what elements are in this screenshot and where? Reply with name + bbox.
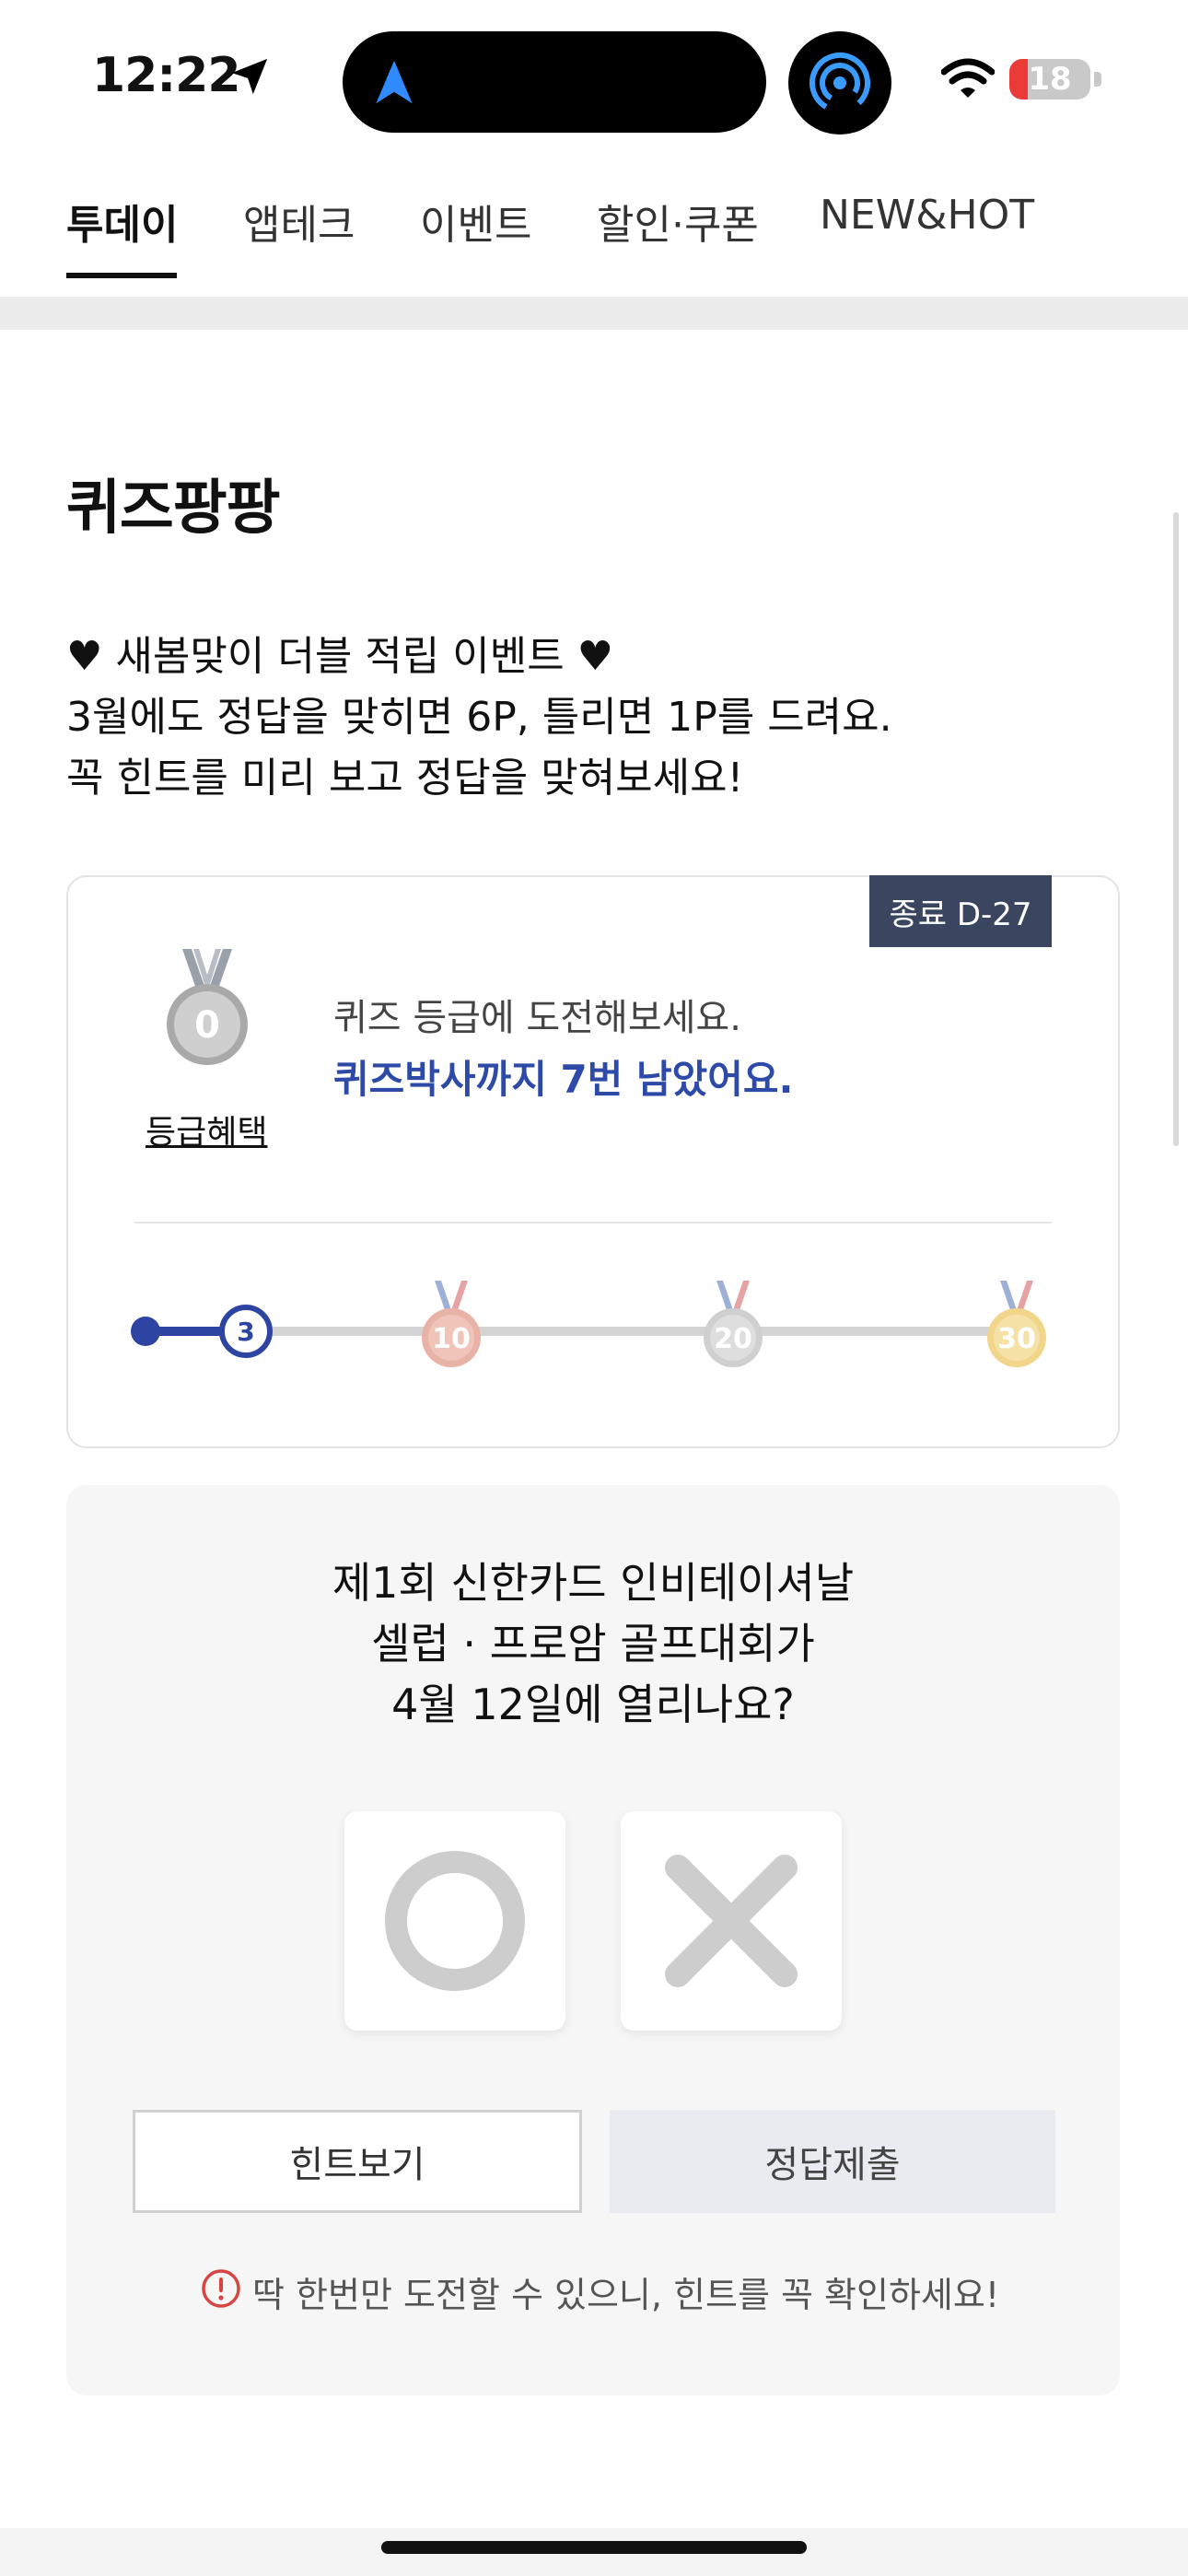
- silver-medal-icon: 0: [167, 949, 248, 1065]
- grade-message: 퀴즈 등급에 도전해보세요.: [333, 997, 741, 1039]
- warning-icon: [202, 2269, 240, 2308]
- hint-button[interactable]: 힌트보기: [133, 2110, 582, 2213]
- milestone-label: 10: [432, 1323, 471, 1355]
- airdrop-icon: [809, 53, 871, 113]
- cross-x-icon: [665, 1855, 798, 1987]
- tab-apptech[interactable]: 앱테크: [243, 192, 355, 251]
- grade-benefit-link[interactable]: 등급혜택: [146, 1106, 267, 1153]
- quiz-question-line: 제1회 신한카드 인비테이셔날: [332, 1558, 855, 1608]
- scrollbar[interactable]: [1173, 512, 1179, 1146]
- quiz-question-line: 4월 12일에 열리나요?: [391, 1680, 795, 1729]
- circle-o-icon: [385, 1851, 525, 1991]
- medal-value: 0: [194, 1004, 220, 1047]
- warning-text: 딱 한번만 도전할 수 있으니, 힌트를 꼭 확인하세요!: [252, 2275, 1000, 2315]
- bronze-medal-icon: 10: [422, 1281, 481, 1367]
- battery-icon: 18: [1009, 59, 1090, 100]
- progress-start-dot: [131, 1317, 160, 1346]
- battery-cap: [1094, 72, 1101, 87]
- section-divider: [0, 297, 1188, 330]
- event-description-line: 3월에도 정답을 맞히면 6P, 틀리면 1P를 드려요.: [66, 694, 892, 741]
- tab-new-hot[interactable]: NEW&HOT: [820, 192, 1034, 239]
- progress-current-step: 3: [219, 1305, 273, 1358]
- navigation-icon: [376, 60, 413, 104]
- event-description-line: 꼭 힌트를 미리 보고 정답을 맞혀보세요!: [66, 755, 744, 802]
- wifi-icon: [941, 58, 995, 98]
- quiz-question-line: 셀럽 · 프로암 골프대회가: [371, 1619, 815, 1669]
- grade-remaining-message: 퀴즈박사까지 7번 남았어요.: [333, 1057, 794, 1102]
- battery-level: 18: [1028, 61, 1072, 98]
- gold-medal-icon: 30: [987, 1281, 1046, 1367]
- event-description-line: ♥ 새봄맞이 더블 적립 이벤트 ♥: [66, 633, 614, 680]
- home-indicator[interactable]: [381, 2541, 807, 2554]
- answer-x-button[interactable]: [621, 1811, 842, 2031]
- tab-event[interactable]: 이벤트: [420, 192, 531, 251]
- milestone-label: 20: [714, 1323, 752, 1355]
- dday-badge: 종료 D-27: [869, 875, 1052, 947]
- card-divider: [134, 1222, 1052, 1224]
- submit-answer-button[interactable]: 정답제출: [610, 2110, 1055, 2213]
- status-time: 12:22: [92, 48, 241, 103]
- page-title: 퀴즈팡팡: [66, 474, 281, 543]
- active-tab-indicator: [66, 273, 177, 278]
- tab-today[interactable]: 투데이: [66, 192, 178, 251]
- milestone-label: 30: [997, 1323, 1036, 1355]
- silver-medal-icon: 20: [704, 1281, 763, 1367]
- answer-o-button[interactable]: [344, 1811, 565, 2031]
- progress-track: [146, 1327, 1020, 1336]
- location-arrow-icon: [231, 58, 268, 95]
- tab-discount-coupon[interactable]: 할인·쿠폰: [597, 192, 759, 251]
- airdrop-button[interactable]: [788, 31, 891, 135]
